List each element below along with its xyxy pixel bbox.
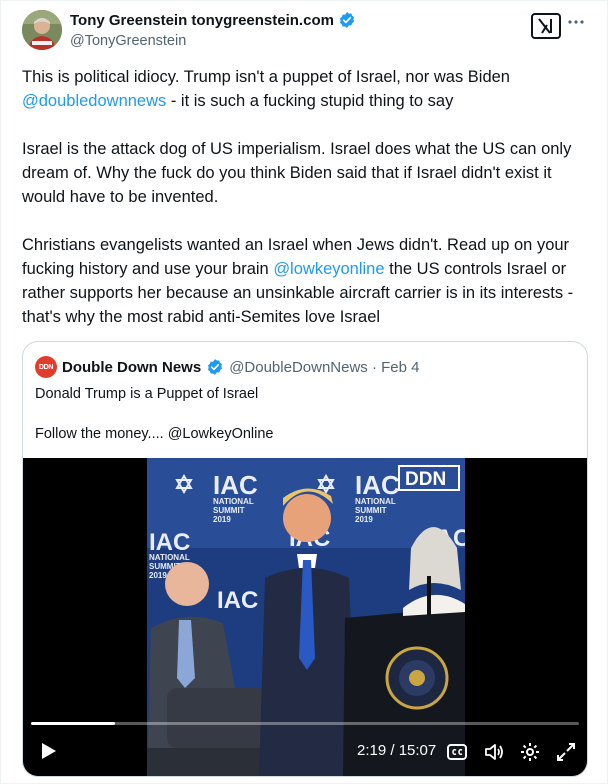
verified-badge-icon — [206, 358, 224, 376]
backdrop-logo-sub: SUMMIT — [213, 506, 245, 515]
video-time: 2:19 / 15:07 — [357, 742, 437, 759]
quoted-author-handle-date[interactable]: @DoubleDownNews · Feb 4 — [229, 359, 419, 376]
tweet-text-segment: This is political idiocy. Trump isn't a … — [22, 68, 510, 86]
author-name-row: Tony Greenstein tonygreenstein.com — [70, 11, 356, 29]
quoted-tweet-text: Donald Trump is a Puppet of Israel Follo… — [35, 384, 575, 444]
backdrop-logo-sub: NATIONAL — [149, 553, 190, 562]
quoted-tweet[interactable]: DDN Double Down News @DoubleDownNews · F… — [22, 341, 588, 777]
play-icon[interactable] — [37, 740, 59, 762]
backdrop-logo-sub: NATIONAL — [355, 497, 396, 506]
mention-link[interactable]: @doubledownnews — [22, 92, 166, 110]
backdrop-logo-text: IAC — [213, 470, 258, 500]
quoted-tweet-header: DDN Double Down News @DoubleDownNews · F… — [35, 356, 420, 378]
author-display-name[interactable]: Tony Greenstein tonygreenstein.com — [70, 12, 334, 29]
author-avatar[interactable] — [22, 10, 62, 50]
more-icon[interactable] — [567, 13, 585, 34]
mention-link[interactable]: @lowkeyonline — [273, 260, 384, 278]
tweet-paragraph-2: Israel is the attack dog of US imperiali… — [22, 140, 572, 206]
tweet-paragraph-1: This is political idiocy. Trump isn't a … — [22, 65, 582, 113]
backdrop-logo-year: 2019 — [213, 515, 231, 524]
quoted-author-avatar[interactable]: DDN — [35, 356, 57, 378]
author-handle[interactable]: @TonyGreenstein — [70, 33, 186, 49]
video-frame[interactable]: IAC NATIONAL SUMMIT 2019 IAC NATIONAL SU… — [147, 458, 465, 776]
video-player[interactable]: IAC NATIONAL SUMMIT 2019 IAC NATIONAL SU… — [23, 458, 587, 776]
grok-icon[interactable] — [531, 13, 561, 39]
captions-icon[interactable] — [446, 741, 468, 763]
fullscreen-icon[interactable] — [555, 741, 577, 763]
backdrop-logo-text: IAC — [149, 529, 190, 556]
quoted-author-name[interactable]: Double Down News — [62, 359, 201, 376]
quoted-text-line: Follow the money.... @LowkeyOnline — [35, 426, 274, 442]
verified-badge-icon[interactable] — [338, 11, 356, 29]
settings-icon[interactable] — [519, 741, 541, 763]
volume-icon[interactable] — [483, 741, 505, 763]
tweet: Tony Greenstein tonygreenstein.com @Tony… — [0, 0, 608, 784]
tweet-text: This is political idiocy. Trump isn't a … — [22, 65, 582, 329]
video-progress-bar[interactable] — [31, 722, 579, 725]
tweet-paragraph-3: Christians evangelists wanted an Israel … — [22, 233, 582, 329]
backdrop-logo-sub: NATIONAL — [213, 497, 254, 506]
backdrop-logo-text: IAC — [217, 587, 258, 614]
video-progress-fill — [31, 722, 115, 725]
backdrop-logo-year: 2019 — [149, 571, 167, 580]
watermark-text: DDN — [405, 469, 446, 490]
backdrop-logo-year: 2019 — [355, 515, 373, 524]
quoted-text-line: Donald Trump is a Puppet of Israel — [35, 386, 259, 402]
backdrop-logo-text: IAC — [355, 470, 400, 500]
backdrop-logo-sub: SUMMIT — [355, 506, 387, 515]
tweet-text-segment: - it is such a fucking stupid thing to s… — [166, 92, 454, 110]
